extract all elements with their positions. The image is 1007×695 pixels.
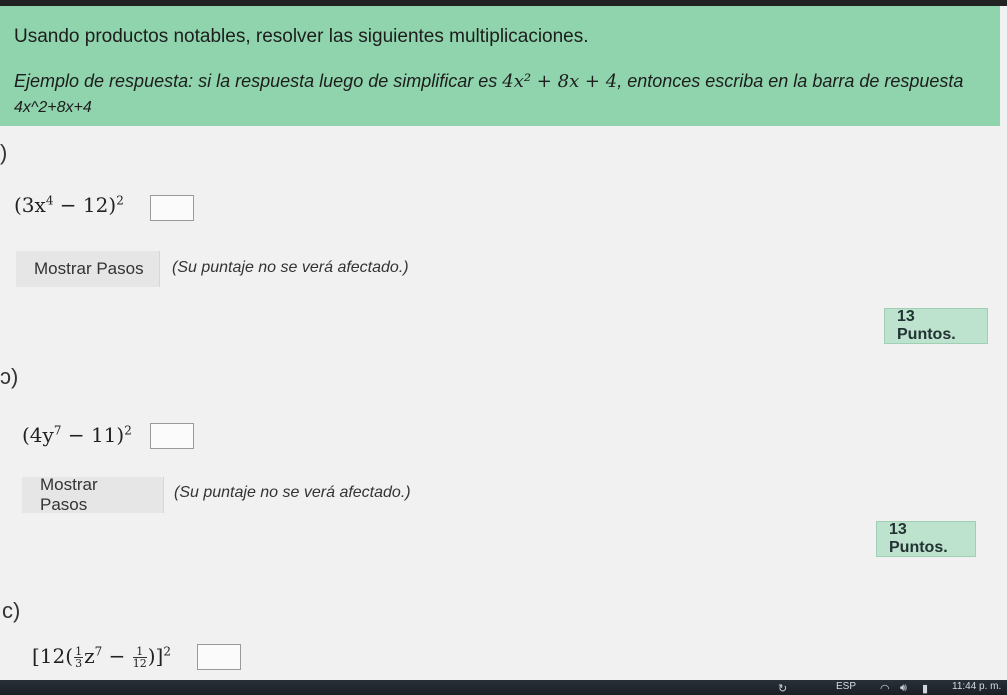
expr-part: z [84, 644, 95, 668]
problem-2-points-badge: 13 Puntos. [876, 521, 976, 557]
problem-2-show-steps-button[interactable]: Mostrar Pasos [22, 475, 164, 514]
instructions-title: Usando productos notables, resolver las … [14, 26, 589, 47]
problem-2-answer-input[interactable] [150, 423, 194, 449]
speaker-icon[interactable]: 🔊︎ [900, 682, 907, 695]
problem-2-expression: (4y7 − 11)2 [22, 423, 132, 447]
expr-exponent: 2 [116, 193, 124, 208]
problem-1-label: ) [0, 140, 8, 165]
expr-exponent: 2 [163, 644, 171, 659]
problem-2-label: ɔ) [0, 364, 19, 389]
expr-part: (3x [14, 193, 46, 217]
example-suffix: , entonces escriba en la barra de respue… [617, 71, 964, 91]
example-prefix: Ejemplo de respuesta: si la respuesta lu… [14, 71, 498, 91]
problem-1-show-steps-button[interactable]: Mostrar Pasos [16, 251, 160, 287]
taskbar: ↻ ESP ◠ 🔊︎ ▮ 11:44 p. m. [0, 680, 1007, 695]
language-indicator[interactable]: ESP [836, 681, 856, 692]
example-answer: 4x^2+8x+4 [14, 99, 92, 116]
refresh-icon[interactable]: ↻ [778, 682, 787, 695]
expr-part: )] [147, 644, 164, 668]
problem-1-answer-input[interactable] [150, 195, 194, 221]
instructions-panel: Usando productos notables, resolver las … [0, 6, 1000, 126]
wifi-icon[interactable]: ◠ [880, 682, 890, 695]
fraction: 1 12 [132, 646, 147, 670]
fraction: 13 [74, 646, 84, 670]
instructions-example: Ejemplo de respuesta: si la respuesta lu… [14, 70, 986, 93]
expr-part: − 11) [61, 423, 125, 447]
clock[interactable]: 11:44 p. m. [952, 681, 1001, 692]
problem-1-expression: (3x4 − 12)2 [14, 193, 124, 217]
problem-1-points-badge: 13 Puntos. [884, 308, 988, 344]
expr-part: [12( [32, 644, 74, 668]
problem-3-label: c) [2, 598, 21, 623]
fraction-denominator: 3 [75, 657, 83, 670]
expr-part: (4y [22, 423, 54, 447]
example-math: 4x² + 8x + 4 [502, 71, 618, 92]
battery-icon[interactable]: ▮ [922, 682, 928, 695]
problem-1-steps-note: (Su puntaje no se verá afectado.) [172, 259, 409, 276]
expr-exponent: 2 [124, 423, 132, 438]
problem-3-answer-input[interactable] [197, 644, 241, 670]
expr-part: − [102, 644, 132, 668]
problem-2-steps-note: (Su puntaje no se verá afectado.) [174, 484, 411, 501]
fraction-denominator: 12 [132, 657, 147, 670]
problem-3-expression: [12(1 3 z7 − 1 12)]2 [32, 644, 171, 669]
expr-part: − 12) [53, 193, 117, 217]
